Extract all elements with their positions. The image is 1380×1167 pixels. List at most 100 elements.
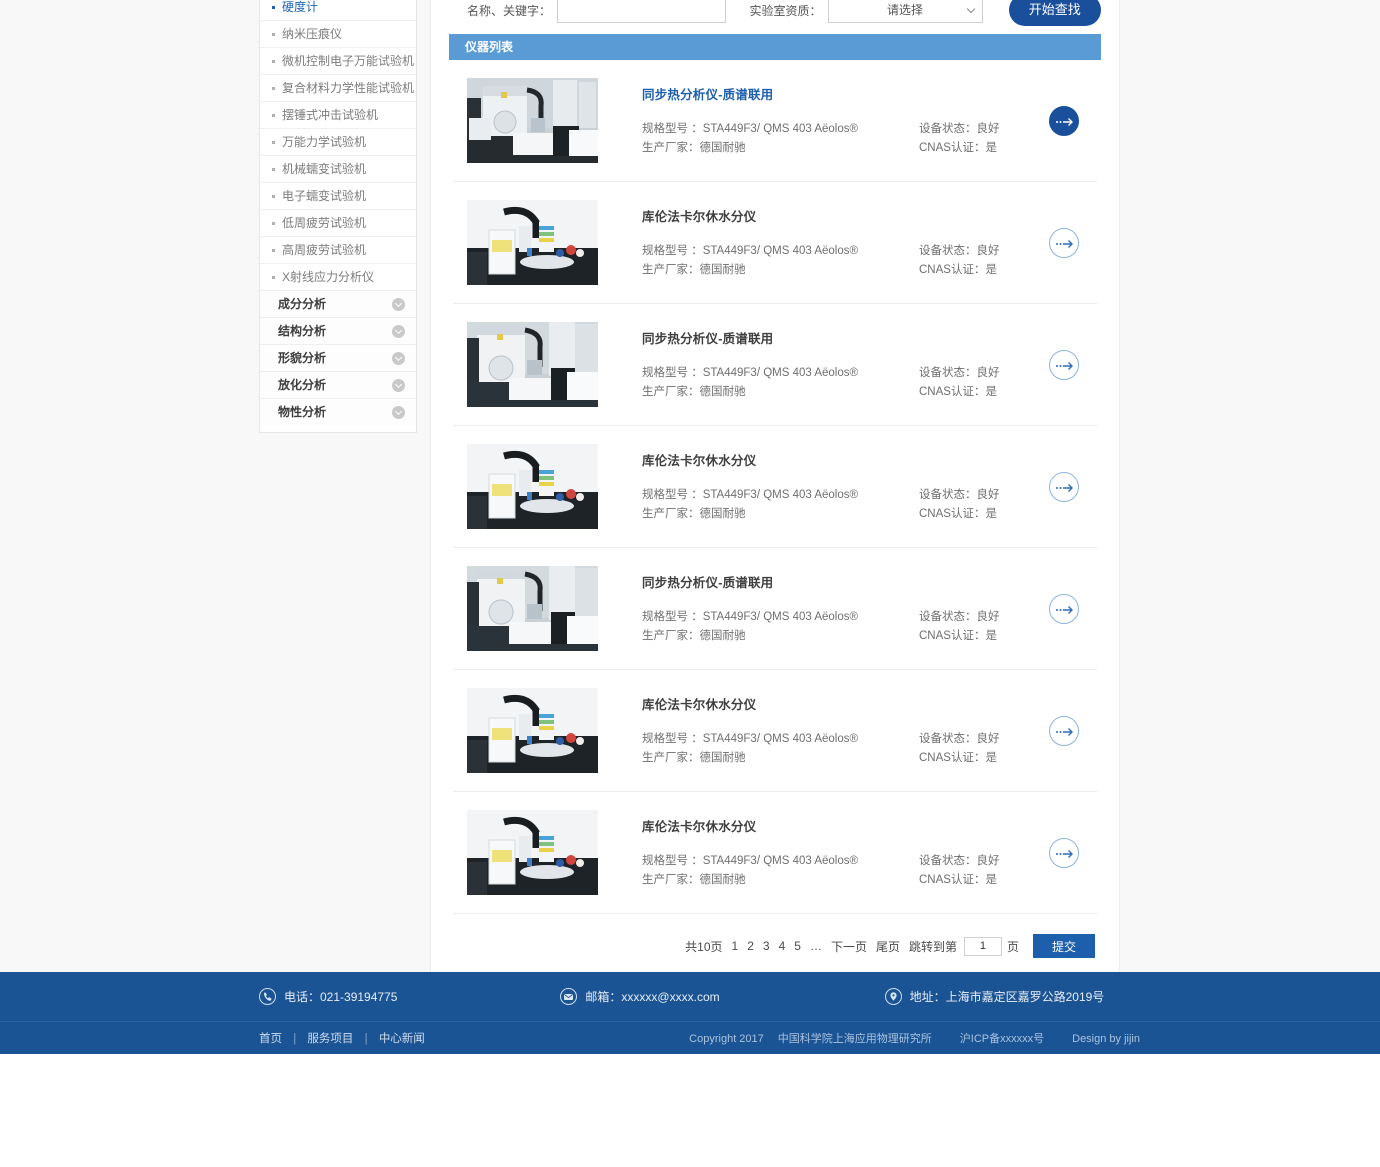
sidebar-group-radiochemical-analysis[interactable]: 放化分析 [260, 372, 416, 399]
sidebar: 硬度计 纳米压痕仪 微机控制电子万能试验机 复合材料力学性能试验机 摆锤式冲击试… [259, 0, 417, 433]
sidebar-item-mechanical-creep[interactable]: 机械蠕变试验机 [260, 156, 416, 183]
keyword-label: 名称、关键字： [467, 3, 552, 18]
arrow-right-icon[interactable] [1049, 837, 1079, 868]
instrument-info: 库伦法卡尔休水分仪 规格型号 ：STA449F3/ QMS 403 Aëolos… [598, 694, 1049, 768]
footer-design-credit: Design by jijin [1072, 1032, 1140, 1045]
instrument-cnas: CNAS认证：是 [919, 751, 997, 764]
table-row[interactable]: 同步热分析仪-质谱联用 规格型号 ：STA449F3/ QMS 403 Aëol… [453, 548, 1097, 670]
instrument-thumbnail [467, 810, 598, 895]
sidebar-item-electronic-creep[interactable]: 电子蠕变试验机 [260, 183, 416, 210]
sidebar-item-composite-mechanics[interactable]: 复合材料力学性能试验机 [260, 75, 416, 102]
footer-email: 邮箱：xxxxxx@xxxx.com [560, 988, 720, 1005]
start-search-button[interactable]: 开始查找 [1008, 0, 1101, 26]
table-row[interactable]: 库伦法卡尔休水分仪 规格型号 ：STA449F3/ QMS 403 Aëolos… [453, 670, 1097, 792]
sidebar-item-xray-stress-analyzer[interactable]: X射线应力分析仪 [260, 264, 416, 291]
instrument-model: 规格型号 ：STA449F3/ QMS 403 Aëolos® [642, 366, 858, 379]
qualification-select[interactable]: 请选择 [827, 0, 983, 23]
pagination-page-1[interactable]: 1 [732, 939, 739, 953]
instrument-cnas: CNAS认证：是 [919, 263, 997, 276]
instrument-title[interactable]: 同步热分析仪-质谱联用 [642, 328, 1049, 347]
instrument-title[interactable]: 库伦法卡尔休水分仪 [642, 694, 1049, 713]
mail-icon [560, 988, 578, 1005]
arrow-right-icon[interactable] [1049, 593, 1079, 624]
sidebar-item-label: 微机控制电子万能试验机 [282, 54, 415, 68]
sidebar-item-label: 低周疲劳试验机 [282, 216, 367, 230]
sidebar-item-universal-testing-machine[interactable]: 微机控制电子万能试验机 [260, 48, 416, 75]
sidebar-item-universal-mechanics[interactable]: 万能力学试验机 [260, 129, 416, 156]
sidebar-item-pendulum-impact[interactable]: 摆锤式冲击试验机 [260, 102, 416, 129]
instrument-meta-left: 规格型号 ：STA449F3/ QMS 403 Aëolos® 生产厂家：德国耐… [642, 120, 919, 158]
pagination-page-3[interactable]: 3 [763, 939, 770, 953]
footer-copyright-year: Copyright 2017 [689, 1032, 764, 1045]
sidebar-group-label: 成分分析 [278, 297, 327, 311]
instrument-title[interactable]: 同步热分析仪-质谱联用 [642, 572, 1049, 591]
instrument-meta-left: 规格型号 ：STA449F3/ QMS 403 Aëolos® 生产厂家：德国耐… [642, 608, 919, 646]
arrow-right-icon[interactable] [1049, 715, 1079, 746]
arrow-right-icon[interactable] [1049, 471, 1079, 502]
instrument-meta: 规格型号 ：STA449F3/ QMS 403 Aëolos® 生产厂家：德国耐… [642, 608, 1049, 646]
instrument-meta-left: 规格型号 ：STA449F3/ QMS 403 Aëolos® 生产厂家：德国耐… [642, 242, 919, 280]
instrument-title[interactable]: 库伦法卡尔休水分仪 [642, 816, 1049, 835]
sidebar-item-label: X射线应力分析仪 [282, 270, 375, 284]
pagination-page-5[interactable]: 5 [794, 939, 801, 953]
sidebar-item-hardness-tester[interactable]: 硬度计 [260, 0, 416, 21]
location-pin-icon [884, 988, 902, 1005]
bullet-icon [272, 33, 275, 36]
instrument-meta-right: 设备状态：良好 CNAS认证：是 [919, 486, 1049, 524]
instrument-cnas: CNAS认证：是 [919, 873, 997, 886]
bullet-icon [272, 222, 275, 225]
pagination-jump-input[interactable] [963, 936, 1002, 956]
main-panel: 名称、关键字： 实验室资质： 请选择 开始查找 仪器列表 同步热分析仪-质谱联用… [430, 0, 1120, 983]
sidebar-group-physical-properties-analysis[interactable]: 物性分析 [260, 399, 416, 426]
pagination-jump-suffix: 页 [1006, 939, 1019, 954]
footer-nav-home[interactable]: 首页 [259, 1033, 282, 1045]
page-root: 硬度计 纳米压痕仪 微机控制电子万能试验机 复合材料力学性能试验机 摆锤式冲击试… [0, 0, 1380, 1167]
sidebar-item-label: 万能力学试验机 [282, 135, 367, 149]
arrow-right-icon[interactable] [1049, 227, 1079, 258]
search-input[interactable] [557, 0, 727, 23]
arrow-right-icon[interactable] [1049, 349, 1079, 380]
pagination-next-button[interactable]: 下一页 [831, 938, 867, 955]
pagination-page-4[interactable]: 4 [779, 939, 786, 953]
bullet-icon [272, 195, 275, 198]
footer-icp[interactable]: 沪ICP备xxxxxx号 [960, 1033, 1044, 1045]
arrow-right-icon[interactable] [1049, 105, 1079, 136]
sidebar-group-morphology-analysis[interactable]: 形貌分析 [260, 345, 416, 372]
table-row[interactable]: 库伦法卡尔休水分仪 规格型号 ：STA449F3/ QMS 403 Aëolos… [453, 426, 1097, 548]
bullet-icon [272, 60, 275, 63]
sidebar-group-structure-analysis[interactable]: 结构分析 [260, 318, 416, 345]
instrument-status: 设备状态：良好 [919, 366, 1000, 379]
sidebar-group-composition-analysis[interactable]: 成分分析 [260, 291, 416, 318]
instrument-cnas: CNAS认证：是 [919, 141, 997, 154]
pagination-submit-button[interactable]: 提交 [1033, 934, 1095, 958]
table-row[interactable]: 库伦法卡尔休水分仪 规格型号 ：STA449F3/ QMS 403 Aëolos… [453, 182, 1097, 304]
sidebar-item-label: 机械蠕变试验机 [282, 162, 367, 176]
sidebar-item-low-cycle-fatigue[interactable]: 低周疲劳试验机 [260, 210, 416, 237]
instrument-meta: 规格型号 ：STA449F3/ QMS 403 Aëolos® 生产厂家：德国耐… [642, 730, 1049, 768]
pagination-ellipsis: … [809, 939, 822, 953]
bullet-icon [272, 114, 275, 117]
instrument-title[interactable]: 同步热分析仪-质谱联用 [642, 84, 1049, 103]
footer-nav-services[interactable]: 服务项目 [307, 1033, 353, 1045]
instrument-title[interactable]: 库伦法卡尔休水分仪 [642, 206, 1049, 225]
sidebar-item-high-cycle-fatigue[interactable]: 高周疲劳试验机 [260, 237, 416, 264]
sidebar-item-nanoindenter[interactable]: 纳米压痕仪 [260, 21, 416, 48]
pagination-page-2[interactable]: 2 [747, 939, 754, 953]
sidebar-item-label: 纳米压痕仪 [282, 27, 343, 41]
instrument-meta-right: 设备状态：良好 CNAS认证：是 [919, 364, 1049, 402]
footer: 电话：021-39194775 邮箱：xxxxxx@xxxx.com 地址：上海… [0, 972, 1380, 1054]
instrument-info: 同步热分析仪-质谱联用 规格型号 ：STA449F3/ QMS 403 Aëol… [598, 328, 1049, 402]
search-toolbar: 名称、关键字： 实验室资质： 请选择 开始查找 [449, 0, 1101, 34]
chevron-down-icon [392, 406, 405, 419]
footer-nav-news[interactable]: 中心新闻 [379, 1033, 425, 1045]
instrument-status: 设备状态：良好 [919, 244, 1000, 257]
instrument-title[interactable]: 库伦法卡尔休水分仪 [642, 450, 1049, 469]
instrument-thumbnail [467, 566, 598, 651]
footer-phone: 电话：021-39194775 [259, 988, 397, 1005]
sidebar-group-label: 放化分析 [278, 378, 327, 392]
table-row[interactable]: 库伦法卡尔休水分仪 规格型号 ：STA449F3/ QMS 403 Aëolos… [453, 792, 1097, 914]
table-row[interactable]: 同步热分析仪-质谱联用 规格型号 ：STA449F3/ QMS 403 Aëol… [453, 304, 1097, 426]
instrument-model: 规格型号 ：STA449F3/ QMS 403 Aëolos® [642, 732, 858, 745]
table-row[interactable]: 同步热分析仪-质谱联用 规格型号 ：STA449F3/ QMS 403 Aëol… [453, 60, 1097, 182]
pagination-last-button[interactable]: 尾页 [876, 938, 900, 955]
